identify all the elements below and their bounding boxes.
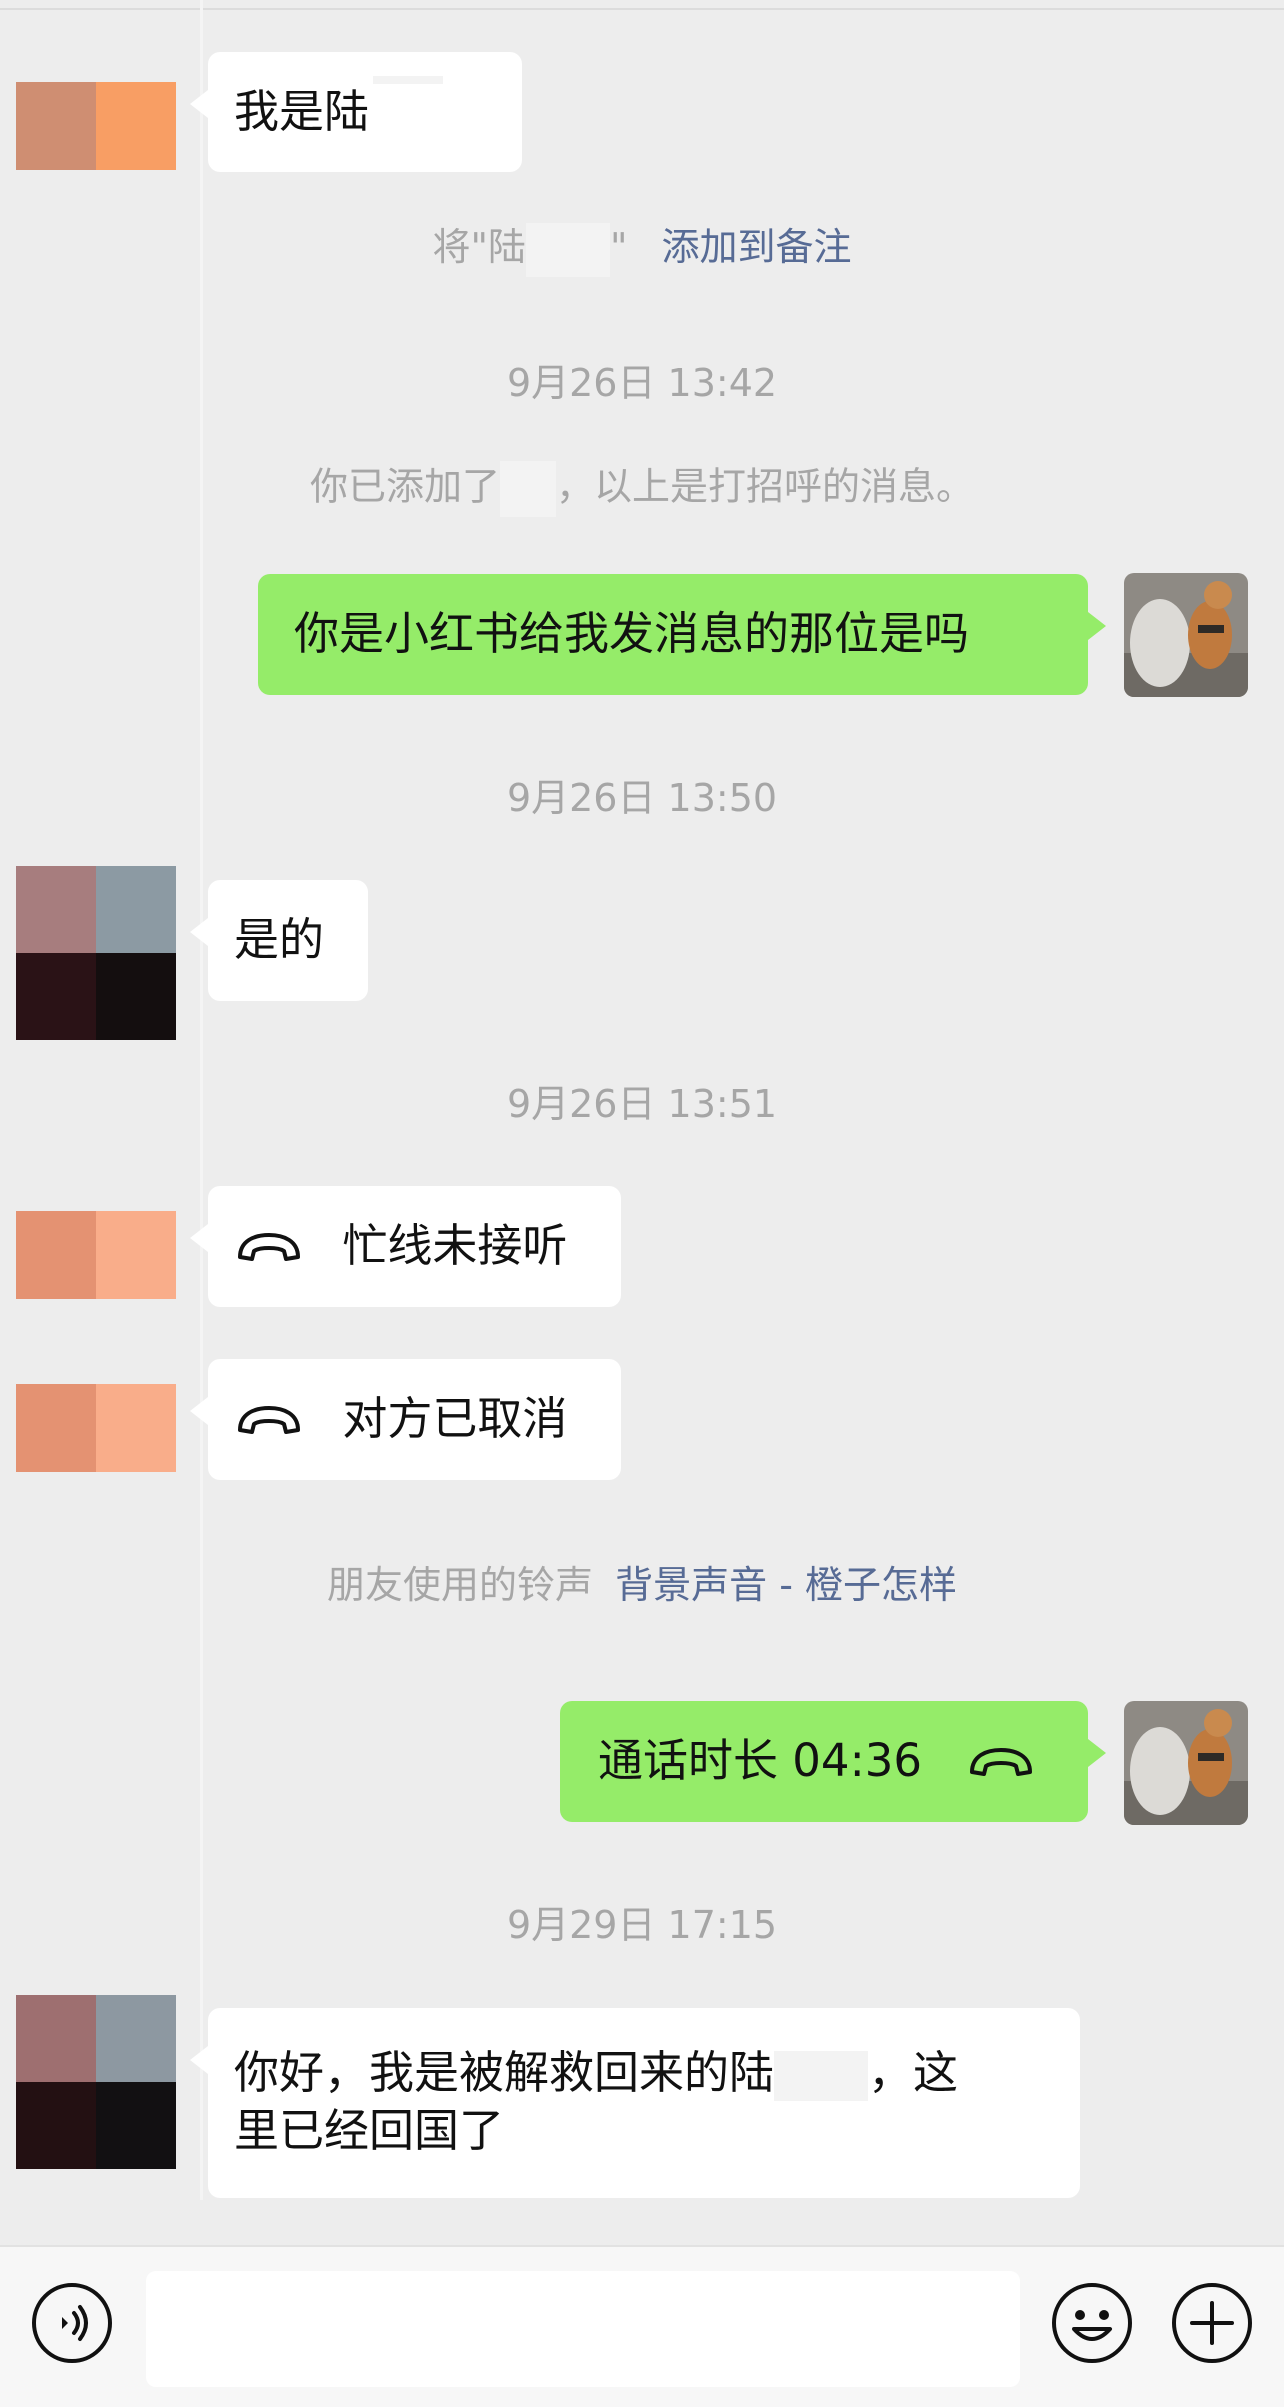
chat-message-list[interactable]: 我是陆 将"陆 " 添加到备注 9月26日 13:42 你已添加了 ，以上是打招呼的… [0,0,1284,2245]
add-remark-notice: 将"陆 " 添加到备注 [0,222,1284,277]
contact-avatar[interactable] [16,1384,176,1472]
user-avatar[interactable] [1124,1701,1248,1825]
user-avatar[interactable] [1124,573,1248,697]
contact-avatar[interactable] [16,1995,176,2169]
message-bubble[interactable]: 你好，我是被解救回来的陆 ，这 里已经回国了 [190,2008,1080,2198]
redacted-name [525,222,610,277]
plus-icon [1172,2283,1252,2363]
redacted-name [774,2051,869,2101]
redacted-name [373,76,444,84]
call-record-bubble[interactable]: 对方已取消 [190,1359,621,1480]
call-status-text: 忙线未接听 [342,1219,568,1272]
input-bar [0,2245,1284,2407]
top-divider [0,8,1284,10]
add-remark-link[interactable]: 添加到备注 [662,225,852,269]
message-text: 我是陆 [234,85,370,138]
emoji-icon [1052,2283,1132,2363]
message-text-line2: 里已经回国了 [234,2104,505,2157]
redacted-name [500,461,556,517]
call-record-bubble-self[interactable]: 通话时长 04:36 [560,1701,1106,1822]
message-input[interactable] [146,2271,1020,2387]
message-bubble[interactable]: 我是陆 [190,52,522,172]
message-bubble-self[interactable]: 你是小红书给我发消息的那位是吗 [258,574,1106,695]
call-record-bubble[interactable]: 忙线未接听 [190,1186,621,1307]
phone-handset-icon [238,1406,300,1434]
timestamp: 9月26日 13:51 [506,1082,778,1126]
timestamp: 9月26日 13:42 [506,361,778,405]
emoji-button[interactable] [1050,2281,1134,2365]
message-text: 你是小红书给我发消息的那位是吗 [294,607,970,660]
contact-avatar[interactable] [16,1211,176,1299]
contact-avatar[interactable] [16,82,176,170]
added-friend-notice: 你已添加了 ，以上是打招呼的消息。 [0,461,1284,517]
timestamp: 9月26日 13:50 [506,776,778,820]
dog-photo [1124,1701,1248,1825]
ringtone-notice: 朋友使用的铃声 背景声音 - 橙子怎样 [327,1563,957,1607]
more-button[interactable] [1170,2281,1254,2365]
voice-input-button[interactable] [30,2281,114,2365]
call-status-text: 对方已取消 [342,1392,568,1445]
message-text: 是的 [234,913,325,966]
message-text: 你好，我是被解救回来的陆 ，这 [234,2046,959,2101]
message-bubble[interactable]: 是的 [190,880,368,1001]
dog-photo [1124,573,1248,697]
voice-input-icon [32,2283,112,2363]
phone-handset-icon [970,1748,1033,1776]
call-duration-text: 通话时长 04:36 [598,1734,922,1787]
contact-avatar[interactable] [16,866,176,1040]
ringtone-link[interactable]: 背景声音 - 橙子怎样 [615,1563,957,1607]
timestamp: 9月29日 17:15 [506,1903,778,1947]
phone-handset-icon [238,1233,300,1261]
